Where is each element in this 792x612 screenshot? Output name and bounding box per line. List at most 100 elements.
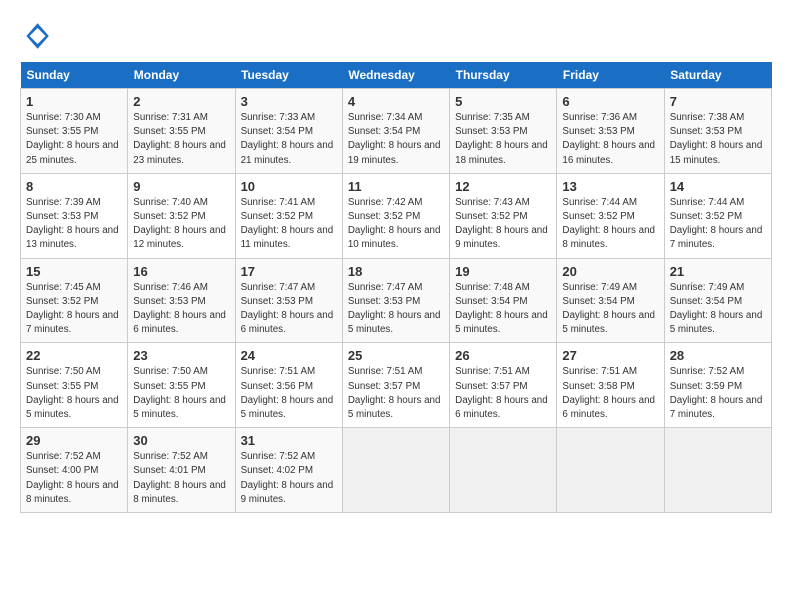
calendar-cell: 6 Sunrise: 7:36 AM Sunset: 3:53 PM Dayli… bbox=[557, 89, 664, 174]
day-info: Sunrise: 7:41 AM Sunset: 3:52 PM Dayligh… bbox=[241, 196, 337, 253]
day-info: Sunrise: 7:52 AM Sunset: 4:00 PM Dayligh… bbox=[26, 450, 122, 507]
day-number: 13 bbox=[562, 179, 658, 194]
day-info: Sunrise: 7:36 AM Sunset: 3:53 PM Dayligh… bbox=[562, 111, 658, 168]
day-number: 17 bbox=[241, 264, 337, 279]
day-info: Sunrise: 7:31 AM Sunset: 3:55 PM Dayligh… bbox=[133, 111, 229, 168]
day-number: 6 bbox=[562, 94, 658, 109]
calendar-cell: 5 Sunrise: 7:35 AM Sunset: 3:53 PM Dayli… bbox=[450, 89, 557, 174]
calendar-week-row: 1 Sunrise: 7:30 AM Sunset: 3:55 PM Dayli… bbox=[21, 89, 772, 174]
calendar-cell: 30 Sunrise: 7:52 AM Sunset: 4:01 PM Dayl… bbox=[128, 428, 235, 513]
day-number: 15 bbox=[26, 264, 122, 279]
day-header-sunday: Sunday bbox=[21, 62, 128, 89]
day-info: Sunrise: 7:51 AM Sunset: 3:57 PM Dayligh… bbox=[455, 365, 551, 422]
day-info: Sunrise: 7:38 AM Sunset: 3:53 PM Dayligh… bbox=[670, 111, 766, 168]
calendar-cell: 12 Sunrise: 7:43 AM Sunset: 3:52 PM Dayl… bbox=[450, 173, 557, 258]
day-info: Sunrise: 7:49 AM Sunset: 3:54 PM Dayligh… bbox=[562, 281, 658, 338]
day-number: 21 bbox=[670, 264, 766, 279]
calendar-cell bbox=[342, 428, 449, 513]
day-info: Sunrise: 7:50 AM Sunset: 3:55 PM Dayligh… bbox=[26, 365, 122, 422]
day-info: Sunrise: 7:30 AM Sunset: 3:55 PM Dayligh… bbox=[26, 111, 122, 168]
day-number: 23 bbox=[133, 348, 229, 363]
day-number: 11 bbox=[348, 179, 444, 194]
calendar-cell: 19 Sunrise: 7:48 AM Sunset: 3:54 PM Dayl… bbox=[450, 258, 557, 343]
calendar-cell: 16 Sunrise: 7:46 AM Sunset: 3:53 PM Dayl… bbox=[128, 258, 235, 343]
calendar-header-row: SundayMondayTuesdayWednesdayThursdayFrid… bbox=[21, 62, 772, 89]
day-info: Sunrise: 7:33 AM Sunset: 3:54 PM Dayligh… bbox=[241, 111, 337, 168]
calendar-cell bbox=[557, 428, 664, 513]
day-number: 29 bbox=[26, 433, 122, 448]
calendar-cell: 31 Sunrise: 7:52 AM Sunset: 4:02 PM Dayl… bbox=[235, 428, 342, 513]
day-info: Sunrise: 7:39 AM Sunset: 3:53 PM Dayligh… bbox=[26, 196, 122, 253]
day-info: Sunrise: 7:46 AM Sunset: 3:53 PM Dayligh… bbox=[133, 281, 229, 338]
day-number: 27 bbox=[562, 348, 658, 363]
calendar-cell: 17 Sunrise: 7:47 AM Sunset: 3:53 PM Dayl… bbox=[235, 258, 342, 343]
day-number: 8 bbox=[26, 179, 122, 194]
calendar-cell: 13 Sunrise: 7:44 AM Sunset: 3:52 PM Dayl… bbox=[557, 173, 664, 258]
calendar-cell: 2 Sunrise: 7:31 AM Sunset: 3:55 PM Dayli… bbox=[128, 89, 235, 174]
day-info: Sunrise: 7:51 AM Sunset: 3:56 PM Dayligh… bbox=[241, 365, 337, 422]
day-info: Sunrise: 7:48 AM Sunset: 3:54 PM Dayligh… bbox=[455, 281, 551, 338]
calendar-cell: 27 Sunrise: 7:51 AM Sunset: 3:58 PM Dayl… bbox=[557, 343, 664, 428]
calendar-week-row: 29 Sunrise: 7:52 AM Sunset: 4:00 PM Dayl… bbox=[21, 428, 772, 513]
day-number: 20 bbox=[562, 264, 658, 279]
day-header-saturday: Saturday bbox=[664, 62, 771, 89]
day-number: 30 bbox=[133, 433, 229, 448]
calendar-cell: 21 Sunrise: 7:49 AM Sunset: 3:54 PM Dayl… bbox=[664, 258, 771, 343]
day-number: 9 bbox=[133, 179, 229, 194]
day-number: 24 bbox=[241, 348, 337, 363]
day-number: 1 bbox=[26, 94, 122, 109]
calendar-cell: 7 Sunrise: 7:38 AM Sunset: 3:53 PM Dayli… bbox=[664, 89, 771, 174]
day-info: Sunrise: 7:47 AM Sunset: 3:53 PM Dayligh… bbox=[241, 281, 337, 338]
day-info: Sunrise: 7:35 AM Sunset: 3:53 PM Dayligh… bbox=[455, 111, 551, 168]
calendar-cell: 14 Sunrise: 7:44 AM Sunset: 3:52 PM Dayl… bbox=[664, 173, 771, 258]
day-number: 22 bbox=[26, 348, 122, 363]
day-info: Sunrise: 7:52 AM Sunset: 4:02 PM Dayligh… bbox=[241, 450, 337, 507]
calendar-cell: 1 Sunrise: 7:30 AM Sunset: 3:55 PM Dayli… bbox=[21, 89, 128, 174]
calendar-week-row: 8 Sunrise: 7:39 AM Sunset: 3:53 PM Dayli… bbox=[21, 173, 772, 258]
day-info: Sunrise: 7:44 AM Sunset: 3:52 PM Dayligh… bbox=[670, 196, 766, 253]
day-number: 10 bbox=[241, 179, 337, 194]
day-info: Sunrise: 7:49 AM Sunset: 3:54 PM Dayligh… bbox=[670, 281, 766, 338]
day-info: Sunrise: 7:47 AM Sunset: 3:53 PM Dayligh… bbox=[348, 281, 444, 338]
day-number: 14 bbox=[670, 179, 766, 194]
day-info: Sunrise: 7:51 AM Sunset: 3:58 PM Dayligh… bbox=[562, 365, 658, 422]
day-info: Sunrise: 7:50 AM Sunset: 3:55 PM Dayligh… bbox=[133, 365, 229, 422]
day-number: 31 bbox=[241, 433, 337, 448]
day-info: Sunrise: 7:44 AM Sunset: 3:52 PM Dayligh… bbox=[562, 196, 658, 253]
calendar-cell bbox=[450, 428, 557, 513]
day-number: 18 bbox=[348, 264, 444, 279]
day-header-thursday: Thursday bbox=[450, 62, 557, 89]
calendar-cell: 3 Sunrise: 7:33 AM Sunset: 3:54 PM Dayli… bbox=[235, 89, 342, 174]
day-number: 4 bbox=[348, 94, 444, 109]
day-info: Sunrise: 7:52 AM Sunset: 4:01 PM Dayligh… bbox=[133, 450, 229, 507]
calendar-week-row: 22 Sunrise: 7:50 AM Sunset: 3:55 PM Dayl… bbox=[21, 343, 772, 428]
day-header-monday: Monday bbox=[128, 62, 235, 89]
day-number: 28 bbox=[670, 348, 766, 363]
calendar-cell: 4 Sunrise: 7:34 AM Sunset: 3:54 PM Dayli… bbox=[342, 89, 449, 174]
day-header-tuesday: Tuesday bbox=[235, 62, 342, 89]
day-number: 5 bbox=[455, 94, 551, 109]
calendar-cell: 10 Sunrise: 7:41 AM Sunset: 3:52 PM Dayl… bbox=[235, 173, 342, 258]
calendar-cell: 9 Sunrise: 7:40 AM Sunset: 3:52 PM Dayli… bbox=[128, 173, 235, 258]
calendar-cell: 28 Sunrise: 7:52 AM Sunset: 3:59 PM Dayl… bbox=[664, 343, 771, 428]
day-info: Sunrise: 7:40 AM Sunset: 3:52 PM Dayligh… bbox=[133, 196, 229, 253]
calendar-table: SundayMondayTuesdayWednesdayThursdayFrid… bbox=[20, 62, 772, 513]
day-number: 7 bbox=[670, 94, 766, 109]
day-info: Sunrise: 7:45 AM Sunset: 3:52 PM Dayligh… bbox=[26, 281, 122, 338]
logo bbox=[20, 20, 54, 52]
calendar-cell: 26 Sunrise: 7:51 AM Sunset: 3:57 PM Dayl… bbox=[450, 343, 557, 428]
page-header bbox=[20, 20, 772, 52]
day-info: Sunrise: 7:42 AM Sunset: 3:52 PM Dayligh… bbox=[348, 196, 444, 253]
calendar-cell: 22 Sunrise: 7:50 AM Sunset: 3:55 PM Dayl… bbox=[21, 343, 128, 428]
day-info: Sunrise: 7:52 AM Sunset: 3:59 PM Dayligh… bbox=[670, 365, 766, 422]
day-header-wednesday: Wednesday bbox=[342, 62, 449, 89]
calendar-cell: 29 Sunrise: 7:52 AM Sunset: 4:00 PM Dayl… bbox=[21, 428, 128, 513]
logo-icon bbox=[20, 20, 52, 52]
day-number: 16 bbox=[133, 264, 229, 279]
calendar-cell: 8 Sunrise: 7:39 AM Sunset: 3:53 PM Dayli… bbox=[21, 173, 128, 258]
calendar-cell: 24 Sunrise: 7:51 AM Sunset: 3:56 PM Dayl… bbox=[235, 343, 342, 428]
calendar-cell: 18 Sunrise: 7:47 AM Sunset: 3:53 PM Dayl… bbox=[342, 258, 449, 343]
calendar-cell bbox=[664, 428, 771, 513]
day-info: Sunrise: 7:34 AM Sunset: 3:54 PM Dayligh… bbox=[348, 111, 444, 168]
calendar-cell: 15 Sunrise: 7:45 AM Sunset: 3:52 PM Dayl… bbox=[21, 258, 128, 343]
